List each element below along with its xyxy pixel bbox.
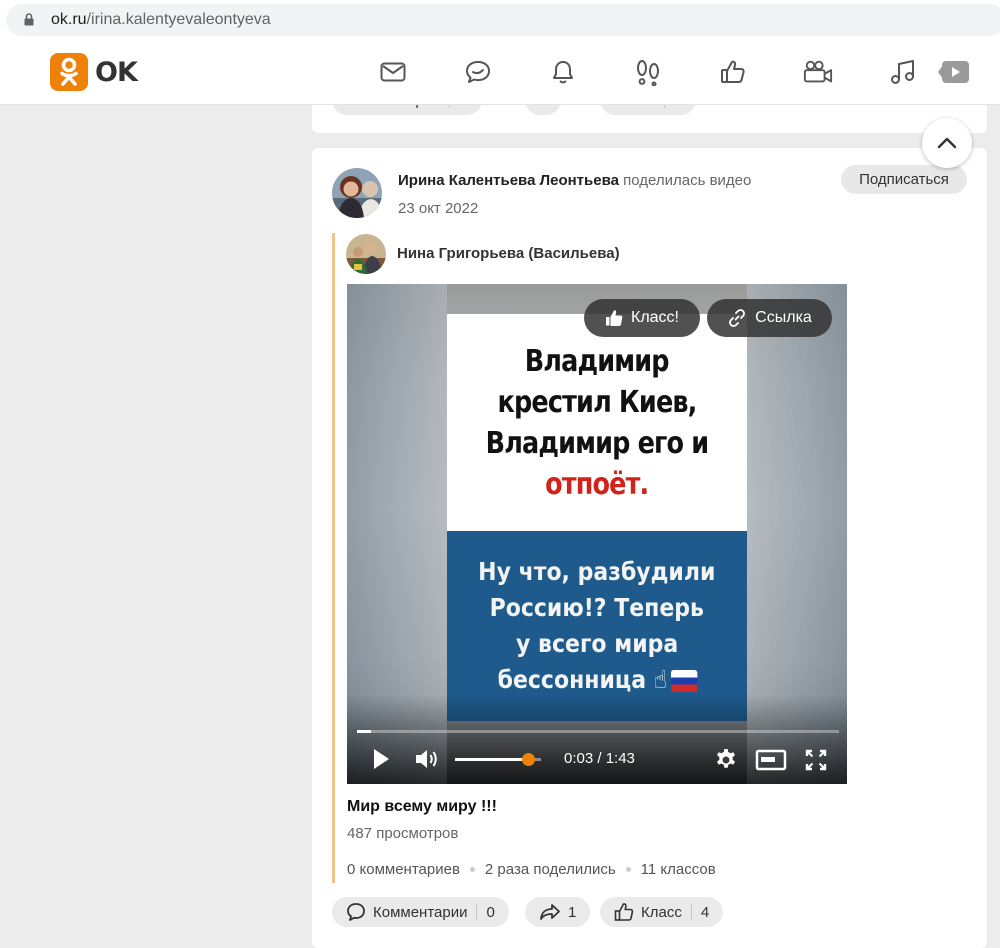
url-path: /irina.kalentyevaleontyeva <box>86 11 271 28</box>
volume-button[interactable] <box>413 747 441 771</box>
play-button[interactable] <box>369 747 393 771</box>
video-frame-bottom: Ну что, разбудили Россию!? Теперь у всег… <box>447 531 747 721</box>
class-button[interactable]: Класс 4 <box>600 897 724 927</box>
frame-line: Россию!? Теперь <box>489 593 705 622</box>
thumbs-up-icon <box>614 903 634 921</box>
chevron-up-icon <box>937 137 957 149</box>
stats-classes[interactable]: 11 классов <box>641 861 716 878</box>
share-icon <box>540 904 560 920</box>
subscribe-button[interactable]: Подписаться <box>841 165 967 194</box>
frame-line: бессонница ☝ <box>497 665 667 694</box>
post-card: Ирина Калентьева Леонтьева поделилась ви… <box>312 148 987 948</box>
post-stats: 0 комментариев 2 раза поделились 11 клас… <box>347 861 716 878</box>
fullscreen-button[interactable] <box>803 747 829 773</box>
theater-mode-button[interactable] <box>755 747 787 773</box>
share-button[interactable]: 1 <box>525 897 591 927</box>
video-time: 0:03 / 1:43 <box>564 750 635 767</box>
video-class-label: Класс! <box>631 309 679 326</box>
post-date[interactable]: 23 окт 2022 <box>398 200 478 217</box>
video-progress-bar[interactable] <box>357 730 839 733</box>
class-label: Класс <box>641 903 682 921</box>
volume-fill <box>455 758 529 761</box>
settings-button[interactable] <box>713 747 739 773</box>
video-link-label: Ссылка <box>755 309 812 326</box>
frame-line: Владимир <box>525 343 670 379</box>
url-host: ok.ru <box>51 11 87 28</box>
theater-mode-icon <box>755 749 787 771</box>
address-url[interactable]: ok.ru/irina.kalentyevaleontyeva <box>51 11 271 29</box>
original-author-avatar[interactable] <box>346 234 386 274</box>
fullscreen-icon <box>805 749 827 771</box>
frame-line-with-flag: бессонница ☝ <box>497 662 697 698</box>
video-progress-fill <box>357 730 372 733</box>
stats-shares[interactable]: 2 раза поделились <box>485 861 616 878</box>
chat-icon[interactable] <box>463 57 493 87</box>
video-title[interactable]: Мир всему миру !!! <box>347 798 497 816</box>
video-frame-top: Владимир крестил Киев, Владимир его и от… <box>447 314 747 531</box>
author-name[interactable]: Ирина Калентьева Леонтьева <box>398 172 619 189</box>
footprints-icon[interactable] <box>633 57 663 87</box>
frame-line: у всего мира <box>515 629 679 658</box>
ok-logo[interactable]: OK <box>50 53 138 91</box>
frame-line: крестил Киев, <box>497 384 698 420</box>
video-views: 487 просмотров <box>347 825 459 842</box>
share-count: 1 <box>568 903 577 921</box>
mail-icon[interactable] <box>378 57 408 87</box>
frame-line: Владимир его и <box>485 425 709 461</box>
author-action: поделилась видео <box>623 172 752 189</box>
separator-dot <box>625 867 631 872</box>
class-count: 4 <box>700 903 710 921</box>
video-class-button[interactable]: Класс! <box>584 299 700 337</box>
play-icon[interactable] <box>937 57 971 87</box>
video-link-button[interactable]: Ссылка <box>707 299 832 337</box>
browser-toolbar: ok.ru/irina.kalentyevaleontyeva <box>0 0 1000 40</box>
volume-knob[interactable] <box>522 753 536 766</box>
author-avatar[interactable] <box>332 168 382 218</box>
author-line: Ирина Калентьева Леонтьева поделилась ви… <box>398 172 751 189</box>
scroll-top-button[interactable] <box>922 118 972 168</box>
address-bar[interactable]: ok.ru/irina.kalentyevaleontyeva <box>6 4 1000 36</box>
bell-icon[interactable] <box>548 57 578 87</box>
play-icon <box>374 749 389 769</box>
comments-label: Комментарии <box>373 903 468 921</box>
russian-flag-icon <box>670 670 697 692</box>
ok-logo-text: OK <box>95 56 138 88</box>
frame-line: Ну что, разбудили <box>478 557 716 586</box>
link-icon <box>729 309 746 327</box>
thumbs-up-icon[interactable] <box>718 57 748 87</box>
comment-icon <box>347 903 365 921</box>
volume-icon <box>416 750 437 768</box>
separator <box>476 904 478 920</box>
comments-button[interactable]: Комментарии 0 <box>332 897 509 927</box>
comments-count: 0 <box>486 903 495 921</box>
thumbs-up-icon <box>606 310 623 326</box>
volume-slider[interactable] <box>455 753 541 766</box>
video-camera-icon[interactable] <box>803 57 833 87</box>
gear-icon <box>717 749 735 768</box>
music-icon[interactable] <box>888 57 918 87</box>
video-player[interactable]: Владимир крестил Киев, Владимир его и от… <box>347 284 847 784</box>
ok-logo-icon <box>50 53 88 91</box>
separator <box>690 904 692 920</box>
separator-dot <box>469 867 475 872</box>
site-header: OK <box>0 40 1000 105</box>
original-author-name[interactable]: Нина Григорьева (Васильева) <box>397 245 620 262</box>
stats-comments[interactable]: 0 комментариев <box>347 861 460 878</box>
lock-icon <box>24 13 34 26</box>
repost-bar <box>332 233 335 883</box>
frame-line-red: отпоёт. <box>545 466 649 502</box>
